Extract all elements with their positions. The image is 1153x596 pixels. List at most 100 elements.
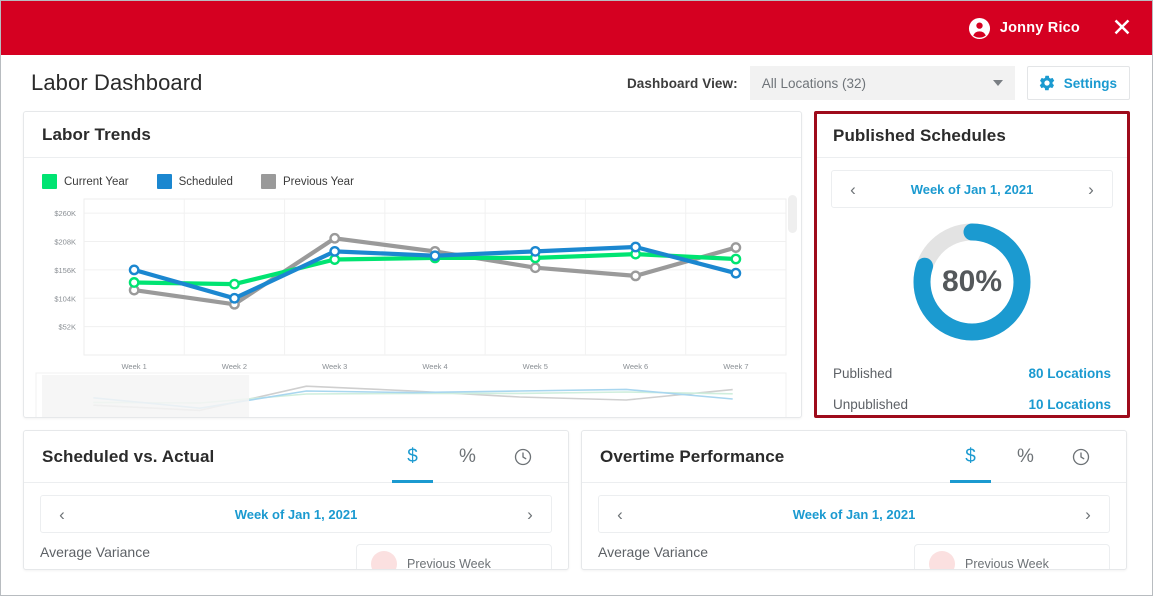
settings-label: Settings: [1063, 75, 1117, 91]
metric-footer: Average Variance Previous Week: [598, 544, 1110, 570]
labor-trends-card: Labor Trends Current Year Scheduled Previo…: [23, 111, 802, 424]
metric-tab-dollar[interactable]: $: [943, 431, 998, 483]
prev-week-button[interactable]: ‹: [53, 506, 71, 523]
chart-vertical-scrollbar[interactable]: [788, 195, 797, 425]
metric-week-nav: ‹ Week of Jan 1, 2021 ›: [598, 495, 1110, 533]
x-axis-tick: Week 6: [623, 362, 648, 371]
legend-label: Scheduled: [178, 175, 233, 188]
published-stat-label: Unpublished: [833, 397, 909, 412]
previous-week-label: Previous Week: [965, 557, 1049, 570]
labor-trends-title: Labor Trends: [42, 124, 151, 144]
dashboard-row-bottom: Scheduled vs. Actual $% ‹ Week of Jan 1, 20…: [23, 430, 1130, 570]
metric-week-label: Week of Jan 1, 2021: [234, 506, 358, 522]
chart-legend: Current Year Scheduled Previous Year: [24, 168, 801, 189]
published-stat-value[interactable]: 10 Locations: [1028, 397, 1111, 412]
metric-tab-percent[interactable]: %: [440, 431, 495, 483]
top-bar: Jonny Rico ✕: [1, 1, 1152, 55]
metric-card: Overtime Performance $% ‹ Week of Jan 1, 20…: [581, 430, 1127, 570]
account-circle-icon: [968, 17, 991, 40]
clock-icon: [514, 448, 531, 465]
metric-tabs: $%: [385, 431, 550, 483]
series-point[interactable]: [229, 292, 240, 304]
published-stat-row: Published 80 Locations: [833, 358, 1111, 389]
donut-percent-label: 80%: [941, 265, 1003, 298]
navigator-selection-handle[interactable]: [42, 375, 250, 421]
published-stats: Published 80 Locations Unpublished 10 Locat…: [817, 348, 1127, 420]
published-schedules-card: Published Schedules ‹ Week of Jan 1, 202…: [814, 111, 1130, 418]
next-week-button[interactable]: ›: [521, 506, 539, 523]
series-point[interactable]: [730, 242, 742, 253]
dashboard-row-top: Labor Trends Current Year Scheduled Previo…: [23, 111, 1130, 424]
legend-item[interactable]: Previous Year: [260, 174, 354, 189]
series-point[interactable]: [429, 250, 441, 262]
dashboard-view-select[interactable]: All Locations (32): [749, 66, 1015, 100]
x-axis-tick: Week 1: [121, 362, 146, 371]
page-title: Labor Dashboard: [31, 70, 203, 95]
series-point[interactable]: [529, 262, 541, 274]
series-point[interactable]: [630, 241, 641, 253]
close-icon[interactable]: ✕: [1110, 15, 1134, 41]
y-axis-tick: $156K: [54, 266, 76, 275]
labor-dashboard-window: Jonny Rico ✕ Labor Dashboard Dashboard V…: [0, 0, 1153, 596]
x-axis-tick: Week 4: [422, 362, 447, 371]
published-schedules-header: Published Schedules: [817, 114, 1127, 158]
metric-card-title: Overtime Performance: [600, 446, 785, 466]
series-point[interactable]: [630, 270, 641, 282]
average-variance-label: Average Variance: [598, 544, 708, 560]
metric-card: Scheduled vs. Actual $% ‹ Week of Jan 1, 20…: [23, 430, 569, 570]
series-point[interactable]: [128, 277, 140, 288]
published-week-nav: ‹ Week of Jan 1, 2021 ›: [831, 170, 1113, 208]
x-axis-tick: Week 2: [222, 362, 247, 371]
prev-week-button[interactable]: ‹: [611, 506, 629, 523]
published-stat-label: Published: [833, 366, 893, 381]
scrollbar-thumb[interactable]: [788, 195, 797, 233]
dashboard-view-value: All Locations (32): [761, 75, 867, 91]
metric-tabs: $%: [943, 431, 1108, 483]
previous-week-card[interactable]: Previous Week: [356, 544, 552, 569]
prev-week-button[interactable]: ‹: [844, 181, 862, 198]
legend-item[interactable]: Scheduled: [156, 174, 233, 189]
published-week-label: Week of Jan 1, 2021: [910, 181, 1034, 197]
metric-card-body: ‹ Week of Jan 1, 2021 › Average Variance Pre…: [24, 483, 568, 569]
series-point[interactable]: [128, 264, 140, 276]
y-axis-tick: $104K: [54, 294, 76, 303]
legend-item[interactable]: Current Year: [42, 174, 129, 189]
metric-card-header: Overtime Performance $%: [582, 431, 1126, 483]
dashboard-view-label: Dashboard View:: [626, 75, 738, 91]
x-axis-tick: Week 5: [523, 362, 548, 371]
series-point[interactable]: [229, 278, 240, 290]
user-menu[interactable]: Jonny Rico: [968, 17, 1080, 40]
metric-tab-clock[interactable]: [1053, 431, 1108, 483]
settings-button[interactable]: Settings: [1026, 66, 1130, 100]
x-axis-tick: Week 3: [322, 362, 347, 371]
y-axis-tick: $208K: [54, 238, 76, 247]
variance-indicator-icon: [371, 551, 397, 569]
page-header: Labor Dashboard Dashboard View: All Loca…: [1, 55, 1152, 111]
gear-icon: [1038, 74, 1056, 92]
labor-trends-svg[interactable]: $260K $208K $156K $104K $52K Week 1 Week 2 Week…: [24, 195, 801, 424]
series-point[interactable]: [730, 253, 742, 265]
x-axis-tick: Week 7: [723, 362, 748, 371]
legend-label: Current Year: [64, 175, 129, 188]
next-week-button[interactable]: ›: [1082, 181, 1100, 198]
average-variance-label: Average Variance: [40, 544, 150, 560]
series-point[interactable]: [529, 245, 541, 257]
dashboard-body: Labor Trends Current Year Scheduled Previo…: [1, 111, 1152, 570]
metric-card-header: Scheduled vs. Actual $%: [24, 431, 568, 483]
metric-week-label: Week of Jan 1, 2021: [792, 506, 916, 522]
chevron-down-icon: [992, 80, 1003, 86]
metric-tab-dollar[interactable]: $: [385, 431, 440, 483]
header-controls: Dashboard View: All Locations (32) Setti…: [627, 66, 1130, 100]
previous-week-card[interactable]: Previous Week: [914, 544, 1110, 570]
percent-icon: %: [1017, 445, 1034, 467]
series-point[interactable]: [730, 267, 742, 279]
published-schedules-title: Published Schedules: [833, 125, 1006, 145]
published-stat-value[interactable]: 80 Locations: [1028, 366, 1111, 381]
user-name: Jonny Rico: [999, 20, 1080, 36]
next-week-button[interactable]: ›: [1079, 506, 1097, 523]
metric-tab-percent[interactable]: %: [998, 431, 1053, 483]
published-stat-row: Unpublished 10 Locations: [833, 389, 1111, 420]
series-point[interactable]: [329, 232, 341, 244]
metric-tab-clock[interactable]: [495, 431, 550, 483]
series-point[interactable]: [329, 245, 341, 257]
